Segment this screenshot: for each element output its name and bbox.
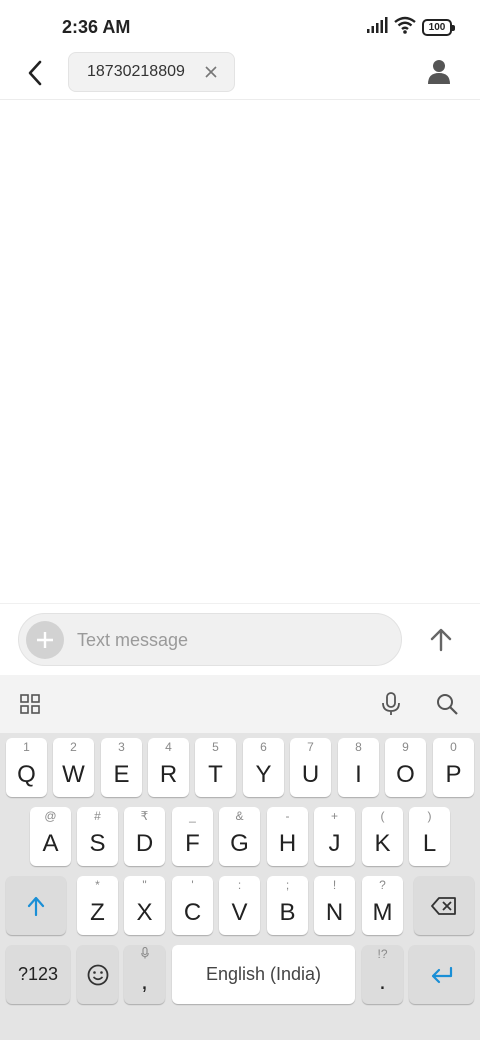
key-k[interactable]: (K [362, 807, 403, 866]
key-a[interactable]: @ A [30, 807, 71, 866]
comma-key[interactable]: , [124, 945, 165, 1004]
keyboard-toolbar [0, 675, 480, 733]
key-d[interactable]: ₹ D [124, 807, 165, 866]
key-c[interactable]: ' C [172, 876, 213, 935]
key-g[interactable]: & G [219, 807, 260, 866]
voice-input-button[interactable] [377, 690, 405, 718]
key-f[interactable]: _ F [172, 807, 213, 866]
key-n[interactable]: ! N [314, 876, 355, 935]
key-t[interactable]: 5T [195, 738, 236, 797]
battery-icon: 100 [422, 19, 455, 36]
keyboard: 1Q 2W 3E 4R 5T 6Y 7U 8I 9O 0P @ A # S ₹ D _… [0, 733, 480, 1040]
status-time: 2:36 AM [62, 17, 131, 37]
keyboard-menu-button[interactable] [16, 690, 44, 718]
person-icon [428, 60, 450, 84]
symbols-key[interactable]: ?123 [6, 945, 70, 1004]
key-o[interactable]: 9O [385, 738, 426, 797]
message-placeholder: Text message [77, 630, 189, 650]
backspace-key[interactable] [414, 876, 474, 935]
shift-key[interactable] [6, 876, 66, 935]
back-button[interactable] [18, 56, 52, 90]
keyboard-search-button[interactable] [433, 690, 461, 718]
back-arrow-icon [28, 60, 42, 86]
key-i[interactable]: 8I [338, 738, 379, 797]
backspace-icon [431, 896, 456, 915]
key-j[interactable]: + J [314, 807, 355, 866]
key-e[interactable]: 3E [101, 738, 142, 797]
key-v[interactable]: :V [219, 876, 260, 935]
send-button[interactable] [423, 622, 459, 658]
compose-area: Text message [0, 603, 480, 675]
space-key[interactable]: English (India) [172, 945, 355, 1004]
microphone-icon [382, 692, 400, 715]
key-p[interactable]: 0P [433, 738, 474, 797]
key-r[interactable]: 4R [148, 738, 189, 797]
status-bar: 2:36 AM 100 [0, 0, 480, 50]
conversation-header: 18730218809 [0, 50, 480, 100]
signal-icon [366, 17, 388, 38]
key-s[interactable]: # S [77, 807, 118, 866]
wifi-icon [394, 16, 416, 39]
key-y[interactable]: 6Y [243, 738, 284, 797]
plus-icon [37, 632, 53, 648]
recipient-chip[interactable]: 18730218809 [68, 52, 235, 92]
key-w[interactable]: 2W [53, 738, 94, 797]
remove-recipient-button[interactable] [202, 62, 220, 82]
enter-icon [431, 966, 452, 983]
key-h[interactable]: -H [267, 807, 308, 866]
grid-icon [20, 694, 40, 714]
key-b[interactable]: ; B [267, 876, 308, 935]
message-input[interactable]: Text message [18, 613, 402, 666]
add-contact-button[interactable] [424, 57, 454, 87]
key-l[interactable]: ) L [409, 807, 450, 866]
microphone-hint-icon [140, 946, 149, 959]
key-u[interactable]: 7U [290, 738, 331, 797]
emoji-key[interactable] [77, 945, 118, 1004]
arrow-up-icon [430, 628, 452, 652]
attach-button[interactable] [26, 621, 64, 659]
shift-arrow-icon [27, 896, 45, 916]
key-q[interactable]: 1Q [6, 738, 47, 797]
key-z[interactable]: * Z [77, 876, 118, 935]
close-icon [205, 66, 217, 78]
key-x[interactable]: " X [124, 876, 165, 935]
recipient-number: 18730218809 [87, 63, 185, 80]
emoji-icon [87, 964, 108, 985]
enter-key[interactable] [409, 945, 474, 1004]
status-icons: 100 [366, 16, 455, 39]
key-m[interactable]: ? M [362, 876, 403, 935]
search-icon [437, 694, 458, 715]
period-key[interactable]: !? . [362, 945, 403, 1004]
